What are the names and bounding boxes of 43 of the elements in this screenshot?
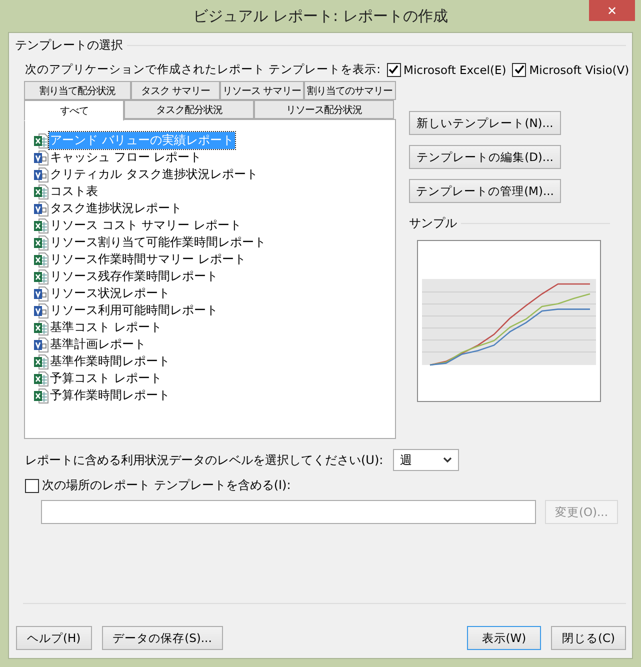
tab[interactable]: 割り当て配分状況 [24, 81, 132, 100]
report-item[interactable]: 予算作業時間レポート [49, 387, 171, 404]
tab[interactable]: リソース配分状況 [254, 100, 394, 119]
report-item[interactable]: 予算コスト レポート [49, 370, 163, 387]
report-item[interactable]: リソース利用可能時間レポート [49, 302, 219, 319]
tab[interactable]: タスク配分状況 [124, 100, 254, 119]
report-item[interactable]: リソース作業時間サマリー レポート [49, 251, 247, 268]
chevron-down-icon [443, 457, 452, 463]
checkbox[interactable] [512, 62, 526, 76]
footer-button[interactable]: ヘルプ(H) [16, 626, 92, 650]
checkbox-label: Microsoft Excel(E) [404, 62, 506, 76]
path-field[interactable] [41, 500, 536, 524]
report-item[interactable]: 基準作業時間レポート [49, 353, 171, 370]
level-label: レポートに含める利用状況データのレベルを選択してください(U): [25, 452, 384, 468]
report-item[interactable]: リソース残存作業時間レポート [49, 268, 219, 285]
footer-button[interactable]: 表示(W) [466, 626, 541, 650]
window-title: ビジュアル レポート: レポートの作成 [193, 6, 448, 26]
report-item[interactable]: キャッシュ フロー レポート [49, 149, 203, 166]
tab[interactable]: タスク サマリー [131, 81, 220, 100]
filter-label: 次のアプリケーションで作成されたレポート テンプレートを表示: [25, 62, 381, 77]
checkbox[interactable] [386, 62, 401, 76]
report-item[interactable]: 基準計画レポート [49, 336, 147, 353]
report-item[interactable]: コスト表 [49, 183, 99, 200]
template-button[interactable]: テンプレートの管理(M)... [409, 179, 561, 203]
tab[interactable]: リソース サマリー [220, 81, 304, 100]
tab[interactable]: 割り当てのサマリー [304, 81, 396, 100]
report-item[interactable]: リソース状況レポート [49, 285, 171, 302]
template-button[interactable]: 新しいテンプレート(N)... [409, 111, 561, 135]
report-item[interactable]: タスク進捗状況レポート [49, 200, 183, 217]
checkbox-label: 次の場所のレポート テンプレートを含める(I): [42, 477, 291, 494]
level-dropdown[interactable]: 週 [393, 449, 460, 471]
footer-button[interactable]: 閉じる(C) [550, 626, 626, 650]
sample-title: サンプル [409, 215, 457, 232]
footer-button[interactable]: データの保存(S)... [102, 626, 223, 650]
tab[interactable]: すべて [24, 100, 124, 121]
group-title: テンプレートの選択 [15, 37, 123, 54]
report-item[interactable]: リソース コスト サマリー レポート [49, 217, 242, 234]
close-button[interactable]: ✕ [589, 0, 635, 21]
report-item[interactable]: 基準コスト レポート [49, 319, 163, 336]
report-item[interactable]: リソース割り当て可能作業時間レポート [49, 234, 267, 251]
template-button[interactable]: テンプレートの編集(D)... [409, 145, 561, 169]
checkbox-label: Microsoft Visio(V) [529, 62, 630, 76]
report-item[interactable]: クリティカル タスク進捗状況レポート [49, 166, 259, 183]
